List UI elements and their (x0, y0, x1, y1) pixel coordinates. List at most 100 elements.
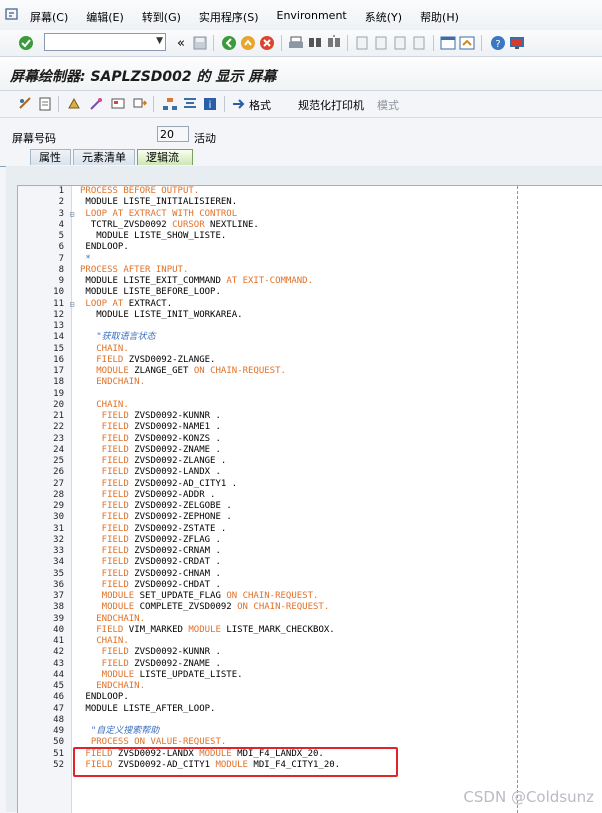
active-inactive-icon[interactable] (37, 96, 53, 112)
code-line[interactable]: 29 FIELD ZVSD0092-ZELGOBE . (18, 501, 602, 512)
system-menu-icon[interactable] (5, 7, 19, 21)
code-line[interactable]: 38 MODULE COMPLETE_ZVSD0092 ON CHAIN-REQ… (18, 602, 602, 613)
fold-toggle-icon[interactable]: ⊟ (68, 209, 76, 220)
code-line[interactable]: 46 ENDLOOP. (18, 692, 602, 703)
code-line[interactable]: 5 MODULE LISTE_SHOW_LISTE. (18, 231, 602, 242)
menu-item[interactable]: 转到(G) (142, 9, 181, 25)
previous-page-icon[interactable] (373, 35, 389, 51)
code-line[interactable]: 49 "自定义搜索帮助 (18, 726, 602, 737)
find-icon[interactable] (307, 35, 323, 51)
shortcut-icon[interactable] (459, 35, 475, 51)
code-line[interactable]: 22 FIELD ZVSD0092-NAME1 . (18, 422, 602, 433)
code-line[interactable]: 24 FIELD ZVSD0092-ZNAME . (18, 445, 602, 456)
mode-button[interactable]: 模式 (377, 97, 399, 113)
code-line[interactable]: 31 FIELD ZVSD0092-ZSTATE . (18, 524, 602, 535)
code-line[interactable]: 19 (18, 389, 602, 400)
check-icon[interactable] (66, 96, 82, 112)
exit-icon[interactable] (240, 35, 256, 51)
element-list-icon[interactable] (132, 96, 148, 112)
code-line[interactable]: 13 (18, 321, 602, 332)
help-icon[interactable]: ? (490, 35, 506, 51)
line-number: 27 (53, 478, 64, 489)
code-line[interactable]: 39 ENDCHAIN. (18, 614, 602, 625)
code-line[interactable]: 26 FIELD ZVSD0092-LANDX . (18, 467, 602, 478)
code-line[interactable]: 32 FIELD ZVSD0092-ZFLAG . (18, 535, 602, 546)
code-line[interactable]: 20 CHAIN. (18, 400, 602, 411)
back-icon[interactable] (221, 35, 237, 51)
print-icon[interactable] (288, 35, 304, 51)
code-line[interactable]: 16 FIELD ZVSD0092-ZLANGE. (18, 355, 602, 366)
save-icon[interactable] (192, 35, 208, 51)
code-line[interactable]: 45 ENDCHAIN. (18, 681, 602, 692)
customize-layout-icon[interactable] (509, 35, 525, 51)
code-line[interactable]: 21 FIELD ZVSD0092-KUNNR . (18, 411, 602, 422)
code-line[interactable]: 25 FIELD ZVSD0092-ZLANGE . (18, 456, 602, 467)
format-button[interactable]: 格式 (249, 97, 271, 113)
code-line[interactable]: 15 CHAIN. (18, 344, 602, 355)
code-line[interactable]: 12 MODULE LISTE_INIT_WORKAREA. (18, 310, 602, 321)
code-line[interactable]: 14 "获取语言状态 (18, 332, 602, 343)
command-field[interactable]: ▼ (44, 33, 166, 51)
layout-icon[interactable] (110, 96, 126, 112)
code-line[interactable]: 1 PROCESS BEFORE OUTPUT. (18, 186, 602, 197)
code-line[interactable]: 17 MODULE ZLANGE_GET ON CHAIN-REQUEST. (18, 366, 602, 377)
last-page-icon[interactable] (411, 35, 427, 51)
code-line[interactable]: 10 MODULE LISTE_BEFORE_LOOP. (18, 287, 602, 298)
code-text: MODULE LISTE_UPDATE_LISTE. (80, 670, 243, 681)
display-change-icon[interactable] (18, 96, 34, 112)
code-line[interactable]: 40 FIELD VIM_MARKED MODULE LISTE_MARK_CH… (18, 625, 602, 636)
tab-flow-logic[interactable]: 逻辑流 (137, 149, 193, 165)
code-line[interactable]: 4 TCTRL_ZVSD0092 CURSOR NEXTLINE. (18, 220, 602, 231)
code-line[interactable]: 2 MODULE LISTE_INITIALISIEREN. (18, 197, 602, 208)
code-line[interactable]: 35 FIELD ZVSD0092-CHNAM . (18, 569, 602, 580)
fold-toggle-icon[interactable]: ⊟ (68, 299, 76, 310)
code-line[interactable]: 3 ⊟ LOOP AT EXTRACT WITH CONTROL (18, 209, 602, 220)
code-line[interactable]: 7 * (18, 254, 602, 265)
code-line[interactable]: 9 MODULE LISTE_EXIT_COMMAND AT EXIT-COMM… (18, 276, 602, 287)
code-line[interactable]: 6 ENDLOOP. (18, 242, 602, 253)
code-token: TCTRL_ZVSD0092 (80, 219, 173, 230)
code-line[interactable]: 37 MODULE SET_UPDATE_FLAG ON CHAIN-REQUE… (18, 591, 602, 602)
code-line[interactable]: 41 CHAIN. (18, 636, 602, 647)
menu-item[interactable]: 编辑(E) (86, 9, 124, 25)
new-session-icon[interactable] (440, 35, 456, 51)
chevron-down-icon[interactable]: ▼ (156, 36, 163, 46)
next-page-icon[interactable] (392, 35, 408, 51)
code-line[interactable]: 48 (18, 715, 602, 726)
code-line[interactable]: 42 FIELD ZVSD0092-KUNNR . (18, 647, 602, 658)
align-icon[interactable] (182, 96, 198, 112)
menu-item[interactable]: 屏幕(C) (30, 9, 68, 25)
code-line[interactable]: 47 MODULE LISTE_AFTER_LOOP. (18, 704, 602, 715)
code-line[interactable]: 33 FIELD ZVSD0092-CRNAM . (18, 546, 602, 557)
tab-element-list[interactable]: 元素清单 (73, 149, 135, 165)
first-page-icon[interactable] (354, 35, 370, 51)
code-line[interactable]: 8 PROCESS AFTER INPUT. (18, 265, 602, 276)
normalize-printer-button[interactable]: 规范化打印机 (298, 97, 364, 113)
code-line[interactable]: 27 FIELD ZVSD0092-AD_CITY1 . (18, 479, 602, 490)
code-line[interactable]: 44 MODULE LISTE_UPDATE_LISTE. (18, 670, 602, 681)
code-line[interactable]: 11 ⊟ LOOP AT EXTRACT. (18, 299, 602, 310)
cancel-icon[interactable] (259, 35, 275, 51)
double-left-icon[interactable]: « (173, 35, 189, 51)
code-line[interactable]: 18 ENDCHAIN. (18, 377, 602, 388)
hierarchy-icon[interactable] (162, 96, 178, 112)
arrow-right-icon[interactable] (231, 96, 247, 112)
enter-check-icon[interactable] (18, 35, 34, 51)
activate-icon[interactable] (88, 96, 104, 112)
menu-item[interactable]: 系统(Y) (365, 9, 402, 25)
find-next-icon[interactable] (326, 35, 342, 51)
code-line[interactable]: 36 FIELD ZVSD0092-CHDAT . (18, 580, 602, 591)
code-text: CHAIN. (80, 344, 129, 355)
menu-item[interactable]: 帮助(H) (420, 9, 459, 25)
screen-number-field[interactable]: 20 (157, 126, 189, 142)
code-line[interactable]: 28 FIELD ZVSD0092-ADDR . (18, 490, 602, 501)
flow-logic-editor[interactable]: 1 PROCESS BEFORE OUTPUT. 2 MODULE LISTE_IN… (17, 185, 602, 813)
menu-item[interactable]: 实用程序(S) (199, 9, 259, 25)
tab-attributes[interactable]: 属性 (30, 149, 71, 165)
menu-item[interactable]: Environment (277, 9, 347, 25)
code-line[interactable]: 43 FIELD ZVSD0092-ZNAME . (18, 659, 602, 670)
code-line[interactable]: 34 FIELD ZVSD0092-CRDAT . (18, 557, 602, 568)
code-line[interactable]: 23 FIELD ZVSD0092-KONZS . (18, 434, 602, 445)
code-line[interactable]: 30 FIELD ZVSD0092-ZEPHONE . (18, 512, 602, 523)
info-icon[interactable]: i (202, 96, 218, 112)
